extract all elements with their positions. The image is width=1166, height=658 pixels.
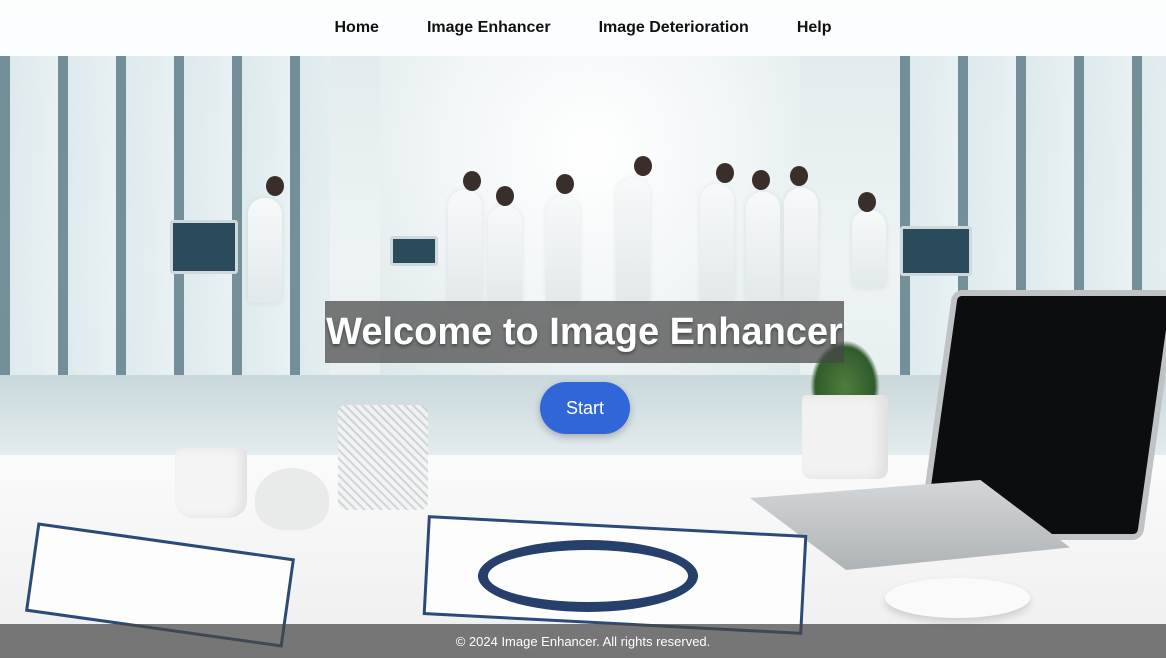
background-monitor <box>170 220 238 274</box>
nav-home-link[interactable]: Home <box>311 19 403 37</box>
doctor-figure <box>616 178 650 303</box>
doctor-head <box>716 163 734 183</box>
vase <box>255 468 329 530</box>
doctor-figure <box>248 198 282 303</box>
doctor-figure <box>448 190 482 305</box>
doctor-figure <box>852 210 886 288</box>
doctor-figure <box>488 206 522 306</box>
doctor-head <box>790 166 808 186</box>
plant-pot <box>802 395 888 479</box>
doctor-head <box>266 176 284 196</box>
doctor-figure <box>746 192 780 302</box>
mug <box>175 448 247 518</box>
doctor-head <box>858 192 876 212</box>
top-navigation: Home Image Enhancer Image Deterioration … <box>0 0 1166 56</box>
doctor-figure <box>700 184 734 302</box>
nav-help-link[interactable]: Help <box>773 19 856 37</box>
hero-title: Welcome to Image Enhancer <box>325 301 844 363</box>
doctor-figure <box>784 188 818 302</box>
doctor-head <box>752 170 770 190</box>
doctor-head <box>634 156 652 176</box>
background-monitor <box>390 236 438 266</box>
stethoscope <box>478 540 698 612</box>
doctor-figure <box>546 196 580 304</box>
doctor-head <box>556 174 574 194</box>
background-monitor <box>900 226 972 276</box>
computer-mouse <box>885 578 1030 618</box>
pencil-holder <box>338 405 428 510</box>
footer: © 2024 Image Enhancer. All rights reserv… <box>0 624 1166 658</box>
nav-image-enhancer-link[interactable]: Image Enhancer <box>403 19 575 37</box>
nav-image-deterioration-link[interactable]: Image Deterioration <box>575 19 773 37</box>
doctor-head <box>463 171 481 191</box>
start-button[interactable]: Start <box>540 382 630 434</box>
doctor-head <box>496 186 514 206</box>
footer-copyright: © 2024 Image Enhancer. All rights reserv… <box>455 633 711 649</box>
